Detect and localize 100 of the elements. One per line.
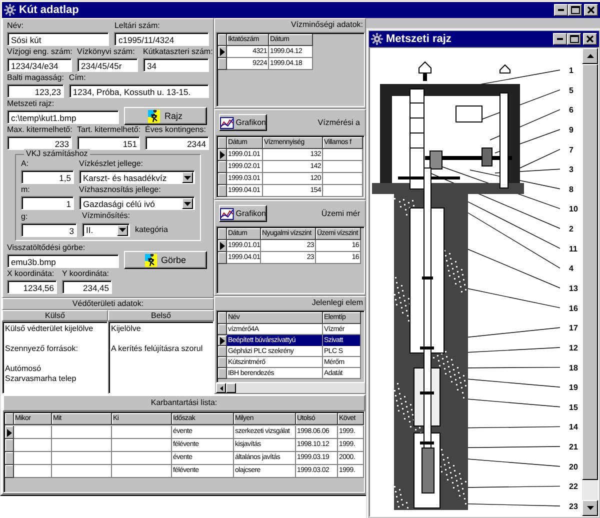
table-cell — [52, 465, 112, 478]
dropdown[interactable]: II. — [82, 222, 130, 236]
table-cell — [14, 439, 52, 452]
input-field[interactable]: 1234,56 — [7, 280, 57, 294]
row-selector[interactable] — [5, 465, 14, 478]
line-chart-icon — [220, 208, 234, 220]
callout-number: 3 — [569, 165, 574, 174]
scroll-up-button[interactable] — [582, 48, 598, 64]
row-selector[interactable] — [218, 336, 227, 346]
row-selector[interactable] — [5, 452, 14, 465]
scrollbar-thumb[interactable] — [226, 383, 236, 393]
scroll-left-button[interactable] — [216, 383, 226, 393]
row-selector[interactable] — [218, 149, 227, 161]
chart-button[interactable]: Grafikon — [219, 205, 267, 222]
memo-text: Szennyező források: — [5, 344, 79, 354]
input-field[interactable]: c:\temp\kut1.bmp — [7, 110, 119, 124]
callout-number: 2 — [569, 224, 574, 234]
row-selector[interactable] — [218, 357, 227, 368]
maximize-button[interactable] — [567, 33, 581, 45]
column-header[interactable]: Belső — [108, 310, 214, 321]
input-field[interactable]: Sósi kút — [7, 32, 110, 46]
callout-number: 16 — [569, 304, 578, 313]
row-selector[interactable] — [218, 161, 227, 173]
left-arrow-icon — [220, 386, 222, 390]
caret-icon — [184, 176, 191, 180]
row-selector[interactable] — [218, 252, 227, 264]
section-title: Vízminőségi adatok: — [290, 19, 364, 31]
curve-button[interactable]: Görbe — [124, 251, 207, 269]
up-arrow-icon — [586, 54, 594, 58]
section-header: Védőterületi adatok: — [2, 298, 214, 310]
memo-text: A kerítés felújításra szorul — [111, 344, 204, 354]
field-label: A: — [21, 159, 29, 169]
field-label: Cím: — [68, 73, 86, 83]
row-selector[interactable] — [218, 346, 227, 357]
input-field[interactable]: 234,45 — [62, 280, 112, 294]
row-selector[interactable] — [5, 426, 14, 439]
row-selector[interactable] — [218, 185, 227, 197]
input-field[interactable]: 1 — [21, 196, 74, 210]
dropdown-button[interactable] — [182, 172, 193, 183]
callout-number: 9 — [569, 126, 574, 134]
callout-number: 23 — [569, 502, 578, 511]
close-button[interactable] — [583, 33, 597, 45]
input-field[interactable]: 123,23 — [7, 84, 64, 98]
maximize-icon — [570, 35, 578, 43]
minimize-button[interactable] — [554, 4, 568, 16]
column-header[interactable]: Külső — [2, 310, 108, 321]
row-selector[interactable] — [218, 58, 227, 70]
row-selector[interactable] — [218, 368, 227, 379]
table-cell — [112, 439, 172, 452]
row-selector[interactable] — [218, 46, 227, 58]
field-label: Balti magasság: — [7, 73, 64, 83]
unit-label: kategória — [135, 224, 168, 236]
memo-field[interactable]: Külső védterület kijelölve Szennyező források: Autómosó Szarvasmarha telep — [2, 321, 108, 394]
dropdown-button[interactable] — [182, 198, 193, 209]
maximize-button[interactable] — [568, 4, 582, 16]
row-selector[interactable] — [218, 240, 227, 252]
drawing-button[interactable]: Rajz — [124, 107, 207, 125]
field-label: Visszatöltődési görbe: — [7, 243, 86, 253]
field-label: Vízkészlet jellege: — [79, 159, 144, 169]
input-field[interactable]: 2344 — [145, 136, 209, 150]
row-selector[interactable] — [218, 324, 227, 335]
memo-field[interactable]: Kijelölve A kerítés felújításra szorul — [108, 321, 214, 394]
close-button[interactable] — [584, 4, 598, 16]
memo-text: Autómosó Szarvasmarha telep — [5, 364, 78, 384]
close-icon — [586, 35, 594, 43]
maximize-icon — [570, 6, 580, 14]
caret-icon — [119, 228, 126, 232]
group-title: VKJ számításhoz — [24, 149, 90, 159]
section-header: Karbantartási lista: — [3, 395, 365, 411]
table-cell — [112, 452, 172, 465]
field-label: X koordináta: — [7, 269, 54, 279]
input-field[interactable]: 234/45/45r — [77, 58, 138, 72]
callout-number: 22 — [569, 482, 578, 492]
dropdown[interactable]: Gazdasági célú ivó — [79, 196, 195, 210]
row-selector[interactable] — [218, 173, 227, 185]
field-label: Y koordináta: — [62, 269, 109, 279]
section-title: Vízmérési a — [318, 118, 361, 127]
minimize-icon — [558, 9, 564, 11]
minimize-button[interactable] — [553, 33, 567, 45]
minimize-icon — [557, 38, 563, 40]
input-field[interactable]: 1234/34/e34 — [7, 58, 72, 72]
scroll-down-button[interactable] — [582, 500, 598, 516]
chart-button[interactable]: Grafikon — [219, 114, 267, 131]
input-field[interactable]: emu3b.bmp — [7, 254, 119, 268]
input-field[interactable]: 34 — [143, 58, 209, 72]
input-field[interactable]: 1,5 — [21, 170, 74, 184]
input-field[interactable]: 1234, Próba, Kossuth u. 13-15. — [68, 84, 209, 98]
input-field[interactable]: 3 — [21, 223, 77, 237]
input-field[interactable]: c1995/11/4324 — [114, 32, 209, 46]
table-cell — [112, 465, 172, 478]
window-title: Metszeti rajz — [386, 33, 452, 45]
table-cell — [112, 426, 172, 439]
table-cell — [52, 452, 112, 465]
dropdown-button[interactable] — [117, 224, 128, 236]
field-label: Vízjogi eng. szám: — [7, 47, 72, 57]
dropdown[interactable]: Karszt- és hasadékvíz — [79, 170, 195, 184]
input-field[interactable]: 233 — [7, 136, 72, 150]
input-field[interactable]: 151 — [77, 136, 140, 150]
row-selector[interactable] — [5, 439, 14, 452]
callout-number: 8 — [569, 184, 574, 194]
